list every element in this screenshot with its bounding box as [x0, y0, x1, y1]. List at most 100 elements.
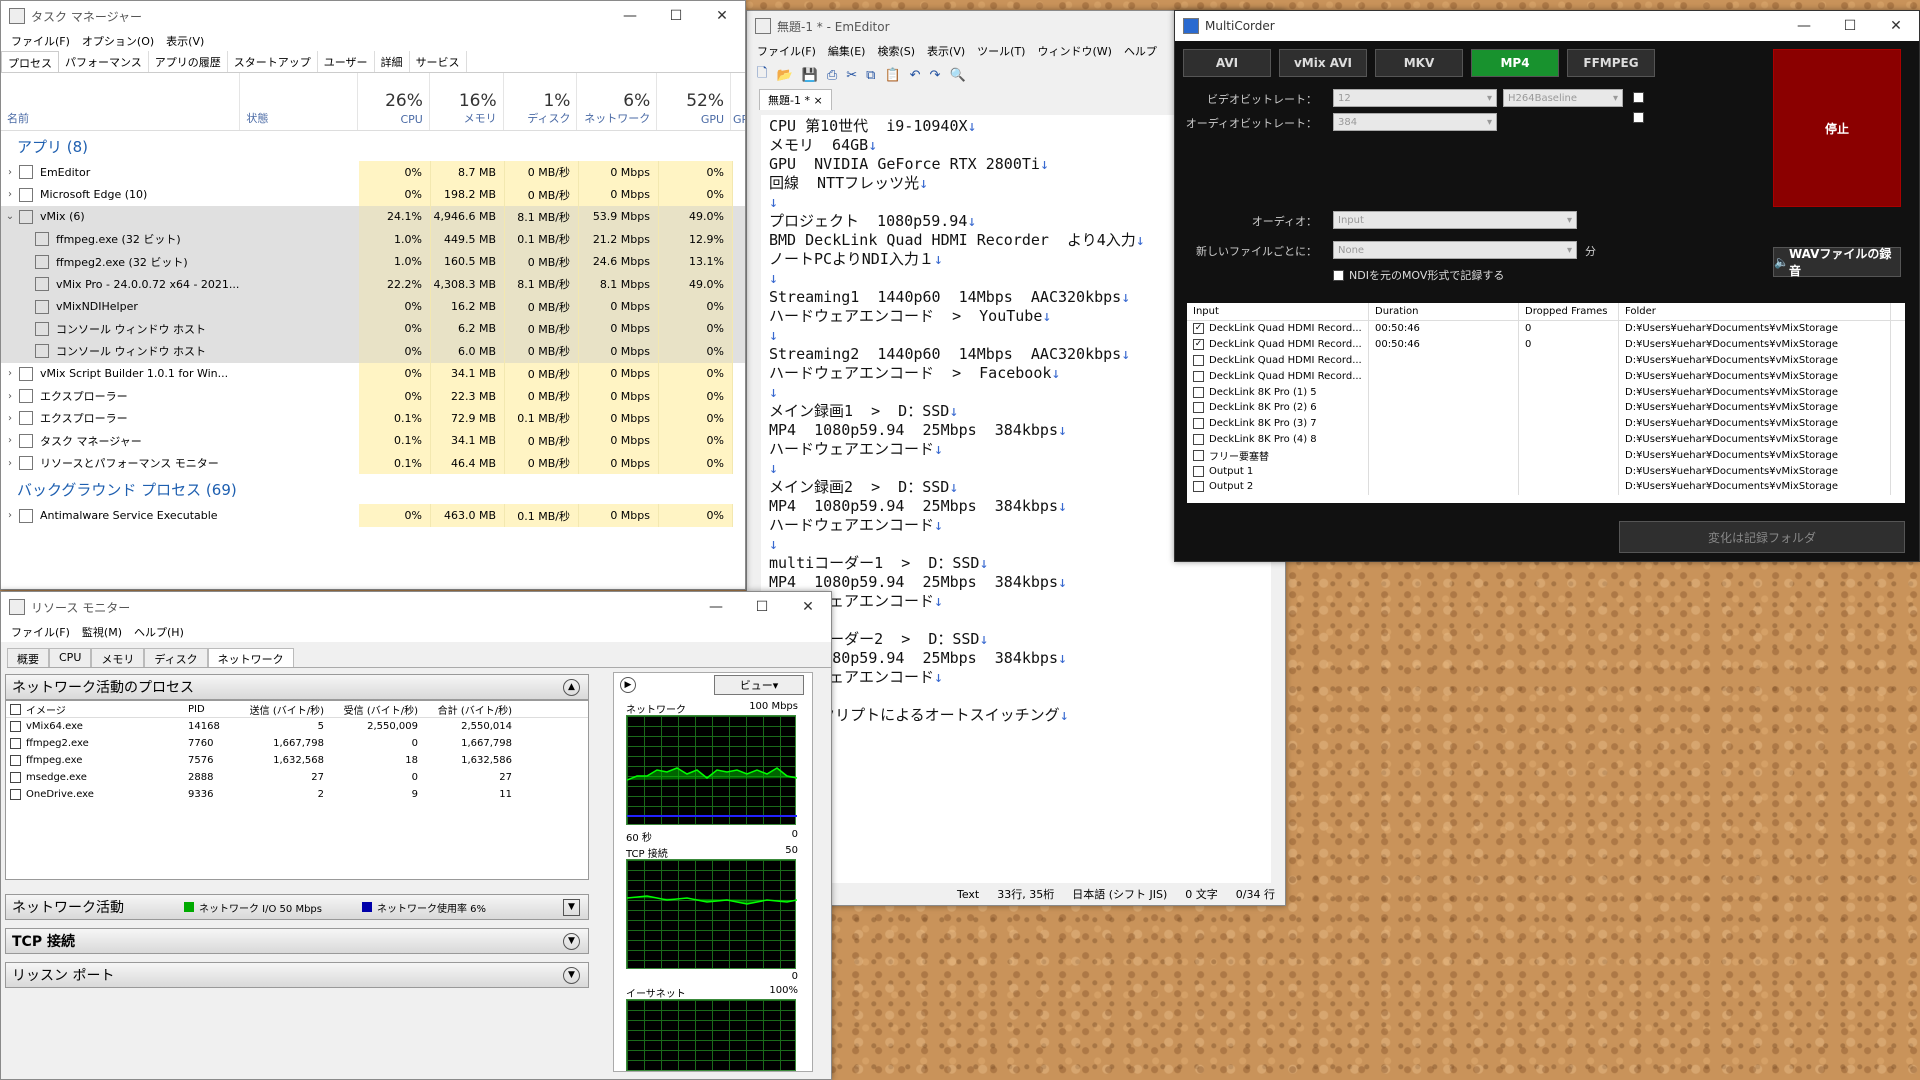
checkbox[interactable]	[10, 789, 21, 800]
minimize-icon[interactable]: —	[693, 592, 739, 622]
em-menu-help[interactable]: ヘルプ	[1118, 43, 1163, 59]
table-row[interactable]: ⌄ vMix (6) 24.1% 4,946.6 MB 8.1 MB/秒 53.9 Mbp…	[1, 205, 745, 229]
col-gpu[interactable]: 52% GPU	[657, 73, 732, 130]
option-checkbox-1[interactable]	[1633, 92, 1644, 103]
col-memory[interactable]: 16% メモリ	[430, 73, 504, 130]
table-row[interactable]: Output 1 D:¥Users¥uehar¥Documents¥vMixSto…	[1187, 463, 1905, 479]
table-row[interactable]: vMix64.exe 14168 5 2,550,009 2,550,014	[6, 718, 588, 735]
em-menu-file[interactable]: ファイル(F)	[751, 43, 822, 59]
table-row[interactable]: › エクスプローラー 0.1% 72.9 MB 0.1 MB/秒 0 Mbps 0%	[1, 407, 745, 430]
col-name[interactable]: 名前	[1, 73, 241, 130]
section-network-activity[interactable]: ネットワーク活動 ネットワーク I/O 50 Mbps ネットワーク使用率 6%…	[5, 894, 589, 920]
col-status[interactable]: 状態	[240, 73, 359, 130]
col-disk[interactable]: 1% ディスク	[504, 73, 578, 130]
rm-titlebar[interactable]: リソース モニター — ☐ ✕	[1, 592, 831, 622]
rm-tab-memory[interactable]: メモリ	[91, 648, 145, 667]
checkbox[interactable]	[1193, 370, 1204, 382]
chevron-right-icon[interactable]: ▶	[620, 677, 636, 693]
audio-dropdown[interactable]: Input	[1333, 211, 1577, 229]
table-row[interactable]: Output 2 D:¥Users¥uehar¥Documents¥vMixSto…	[1187, 478, 1905, 495]
chevron-down-icon[interactable]: ⌄	[1, 211, 19, 222]
checkbox[interactable]	[10, 721, 21, 732]
format-avi-button[interactable]: AVI	[1183, 49, 1271, 77]
rm-menu-help[interactable]: ヘルプ(H)	[128, 624, 190, 640]
rm-tab-network[interactable]: ネットワーク	[207, 648, 294, 667]
col-total[interactable]: 合計 (バイト/秒)	[422, 702, 516, 717]
table-row[interactable]: ffmpeg.exe (32 ビット) 1.0% 449.5 MB 0.1 MB/秒 2…	[1, 228, 745, 251]
format-ffmpeg-button[interactable]: FFMPEG	[1567, 49, 1655, 77]
tab-details[interactable]: 詳細	[375, 51, 410, 72]
ndi-mov-option[interactable]: NDIを元のMOV形式で記録する	[1333, 267, 1504, 283]
redo-icon[interactable]: ↷	[930, 68, 941, 83]
col-input[interactable]: Input	[1187, 303, 1369, 320]
rm-menu-file[interactable]: ファイル(F)	[5, 624, 76, 640]
section-listen-ports[interactable]: リッスン ポート ▼	[5, 962, 589, 988]
checkbox[interactable]	[1193, 402, 1204, 414]
minimize-icon[interactable]: —	[1781, 11, 1827, 41]
close-icon[interactable]: ✕	[1873, 11, 1919, 41]
codec-dropdown[interactable]: H264Baseline	[1503, 89, 1623, 107]
table-row[interactable]: コンソール ウィンドウ ホスト 0% 6.2 MB 0 MB/秒 0 Mbps 0%	[1, 317, 745, 341]
close-icon[interactable]: ✕	[699, 1, 745, 31]
copy-icon[interactable]: ⧉	[866, 68, 875, 83]
checkbox[interactable]	[1193, 449, 1204, 461]
save-icon[interactable]: 💾	[802, 68, 818, 83]
checkbox[interactable]	[1193, 433, 1204, 445]
section-tcp[interactable]: TCP 接続 ▼	[5, 928, 589, 954]
group-background[interactable]: バックグラウンド プロセス (69)	[1, 474, 745, 504]
rm-menu-monitor[interactable]: 監視(M)	[76, 624, 128, 640]
checkbox[interactable]	[1193, 481, 1204, 493]
tab-users[interactable]: ユーザー	[318, 51, 375, 72]
table-row[interactable]: vMix Pro - 24.0.0.72 x64 - 2021... 22.2% 4…	[1, 272, 745, 296]
col-gp[interactable]: GP	[731, 73, 745, 130]
chevron-right-icon[interactable]: ›	[1, 189, 19, 200]
col-dropped[interactable]: Dropped Frames	[1519, 303, 1619, 320]
checkbox[interactable]	[10, 755, 21, 766]
checkbox[interactable]: ✓	[1193, 339, 1204, 351]
print-icon[interactable]: ⎙	[827, 68, 837, 83]
tm-menu-options[interactable]: オプション(O)	[76, 33, 160, 49]
chevron-right-icon[interactable]: ›	[1, 458, 19, 469]
new-file-icon[interactable]: 🗋	[757, 64, 767, 86]
format-mp4-button[interactable]: MP4	[1471, 49, 1559, 77]
tm-menu-view[interactable]: 表示(V)	[160, 33, 210, 49]
em-menu-window[interactable]: ウィンドウ(W)	[1031, 43, 1117, 59]
table-row[interactable]: DeckLink Quad HDMI Record... D:¥Users¥ueh…	[1187, 352, 1905, 369]
chevron-up-icon[interactable]: ▲	[563, 678, 580, 696]
table-row[interactable]: DeckLink 8K Pro (1) 5 D:¥Users¥uehar¥Docu…	[1187, 384, 1905, 400]
table-row[interactable]: › vMix Script Builder 1.0.1 for Win... 0% 3…	[1, 362, 745, 385]
rm-tab-cpu[interactable]: CPU	[49, 648, 92, 667]
chevron-down-icon[interactable]: ▼	[563, 898, 580, 916]
table-row[interactable]: フリー要塞替 D:¥Users¥uehar¥Documents¥vMixStora…	[1187, 447, 1905, 464]
chevron-down-icon[interactable]: ▼	[563, 966, 580, 984]
audio-bitrate-dropdown[interactable]: 384	[1333, 113, 1497, 131]
checkbox[interactable]	[1193, 465, 1204, 477]
table-row[interactable]: › タスク マネージャー 0.1% 34.1 MB 0 MB/秒 0 Mbps 0%	[1, 429, 745, 453]
table-row[interactable]: vMixNDIHelper 0% 16.2 MB 0 MB/秒 0 Mbps 0%	[1, 295, 745, 318]
chevron-right-icon[interactable]: ›	[1, 368, 19, 379]
table-row[interactable]: msedge.exe 2888 27 0 27	[6, 769, 588, 786]
record-folder-button[interactable]: 変化は記録フォルダ	[1619, 521, 1905, 553]
chevron-right-icon[interactable]: ›	[1, 510, 19, 521]
col-duration[interactable]: Duration	[1369, 303, 1519, 320]
table-row[interactable]: ffmpeg2.exe 7760 1,667,798 0 1,667,798	[6, 735, 588, 752]
table-row[interactable]: DeckLink Quad HDMI Record... D:¥Users¥ueh…	[1187, 368, 1905, 385]
table-row[interactable]: › EmEditor 0% 8.7 MB 0 MB/秒 0 Mbps 0%	[1, 161, 745, 184]
close-icon[interactable]: ✕	[785, 592, 831, 622]
table-row[interactable]: › Antimalware Service Executable 0% 463.0…	[1, 504, 745, 527]
status-encoding[interactable]: 日本語 (シフト JIS)	[1072, 886, 1167, 902]
table-row[interactable]: ffmpeg.exe 7576 1,632,568 18 1,632,586	[6, 752, 588, 769]
ndi-mov-checkbox[interactable]	[1333, 269, 1344, 281]
maximize-icon[interactable]: ☐	[1827, 11, 1873, 41]
checkbox[interactable]	[1193, 386, 1204, 398]
col-pid[interactable]: PID	[184, 704, 234, 715]
tab-processes[interactable]: プロセス	[1, 51, 59, 72]
option-checkbox-2[interactable]	[1633, 112, 1644, 123]
col-send[interactable]: 送信 (バイト/秒)	[234, 702, 328, 717]
section-network-processes[interactable]: ネットワーク活動のプロセス ▲	[5, 674, 589, 700]
table-row[interactable]: › Microsoft Edge (10) 0% 198.2 MB 0 MB/秒 0 Mb…	[1, 183, 745, 206]
wav-record-button[interactable]: 🔈 WAVファイルの録音	[1773, 247, 1901, 278]
checkbox[interactable]	[10, 703, 21, 715]
table-row[interactable]: DeckLink 8K Pro (2) 6 D:¥Users¥uehar¥Docu…	[1187, 399, 1905, 416]
view-dropdown[interactable]: ビュー ▾	[714, 675, 804, 695]
